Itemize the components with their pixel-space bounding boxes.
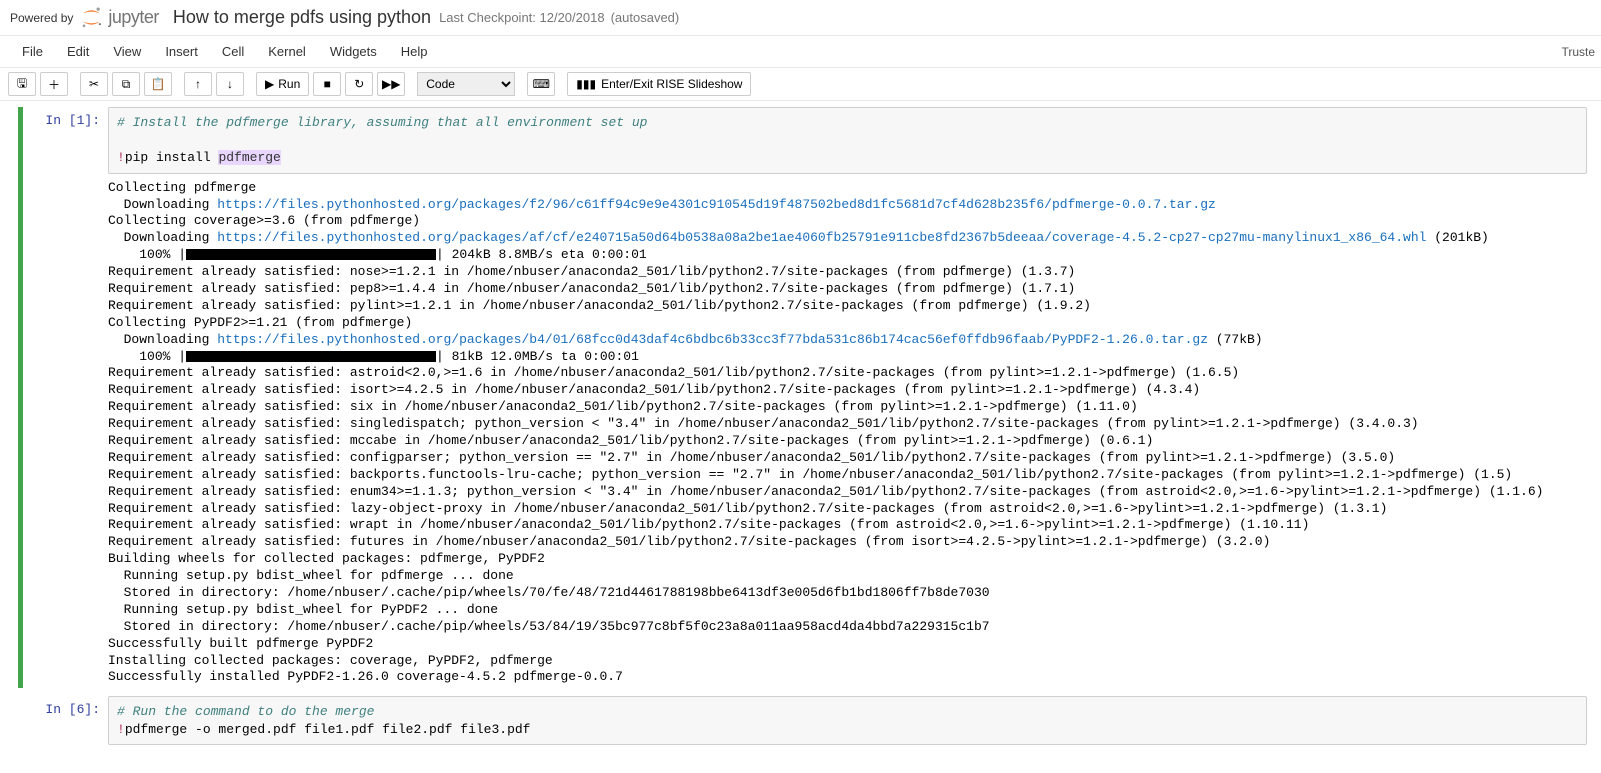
- toolbar: 🖫 ＋ ✂ ⧉ 📋 ↑ ↓ ▶ Run ■ ↻ ▶▶ Code ⌨ ▮▮▮ Ente…: [0, 68, 1601, 101]
- celltype-select[interactable]: Code: [417, 72, 515, 96]
- run-button[interactable]: ▶ Run: [256, 72, 309, 96]
- paste-icon: 📋: [151, 77, 166, 91]
- keyboard-icon: ⌨: [533, 77, 550, 91]
- cell-output: Collecting pdfmerge Downloading https://…: [108, 174, 1587, 689]
- input-prompt: In [1]:: [18, 107, 108, 688]
- cut-button[interactable]: ✂: [80, 72, 108, 96]
- notebook-title[interactable]: How to merge pdfs using python: [173, 7, 431, 28]
- restart-run-all-button[interactable]: ▶▶: [377, 72, 405, 96]
- checkpoint-label: Last Checkpoint: 12/20/2018: [439, 10, 605, 25]
- trusted-indicator[interactable]: Truste: [1561, 45, 1595, 59]
- menubar: File Edit View Insert Cell Kernel Widget…: [0, 36, 1601, 68]
- jupyter-logo[interactable]: jupyter: [79, 5, 159, 30]
- arrow-down-icon: ↓: [227, 77, 233, 91]
- arrow-up-icon: ↑: [195, 77, 201, 91]
- jupyter-logo-text: jupyter: [108, 7, 159, 28]
- copy-icon: ⧉: [122, 77, 131, 92]
- progress-bar: [186, 351, 436, 362]
- input-prompt: In [6]:: [18, 696, 108, 745]
- command-palette-button[interactable]: ⌨: [527, 72, 555, 96]
- paste-button[interactable]: 📋: [144, 72, 172, 96]
- code-input[interactable]: # Install the pdfmerge library, assuming…: [108, 107, 1587, 174]
- plus-icon: ＋: [48, 76, 60, 93]
- restart-icon: ↻: [354, 77, 364, 91]
- code-input[interactable]: # Run the command to do the merge !pdfme…: [108, 696, 1587, 745]
- rise-slideshow-button[interactable]: ▮▮▮ Enter/Exit RISE Slideshow: [567, 72, 751, 96]
- run-label: Run: [278, 77, 300, 91]
- copy-button[interactable]: ⧉: [112, 72, 140, 96]
- add-cell-button[interactable]: ＋: [40, 72, 68, 96]
- menu-cell[interactable]: Cell: [210, 38, 256, 65]
- move-up-button[interactable]: ↑: [184, 72, 212, 96]
- bar-chart-icon: ▮▮▮: [576, 77, 596, 91]
- menu-edit[interactable]: Edit: [55, 38, 101, 65]
- move-down-button[interactable]: ↓: [216, 72, 244, 96]
- menu-file[interactable]: File: [10, 38, 55, 65]
- cut-icon: ✂: [89, 77, 99, 91]
- fast-forward-icon: ▶▶: [382, 77, 400, 91]
- download-link-pdfmerge[interactable]: https://files.pythonhosted.org/packages/…: [217, 197, 1216, 212]
- progress-bar: [186, 249, 436, 260]
- autosaved-label: (autosaved): [611, 10, 680, 25]
- save-button[interactable]: 🖫: [8, 72, 36, 96]
- notebook-container: In [1]: # Install the pdfmerge library, …: [0, 101, 1601, 773]
- menu-insert[interactable]: Insert: [153, 38, 210, 65]
- header-bar: Powered by jupyter How to merge pdfs usi…: [0, 0, 1601, 36]
- menu-widgets[interactable]: Widgets: [318, 38, 389, 65]
- menu-view[interactable]: View: [101, 38, 153, 65]
- jupyter-icon: [79, 5, 104, 30]
- restart-button[interactable]: ↻: [345, 72, 373, 96]
- stop-icon: ■: [324, 77, 331, 91]
- interrupt-button[interactable]: ■: [313, 72, 341, 96]
- slideshow-label: Enter/Exit RISE Slideshow: [601, 77, 742, 91]
- menu-help[interactable]: Help: [389, 38, 440, 65]
- code-cell-2[interactable]: In [6]: # Run the command to do the merg…: [18, 696, 1601, 745]
- download-link-coverage[interactable]: https://files.pythonhosted.org/packages/…: [217, 230, 1426, 245]
- powered-by-label: Powered by: [10, 11, 73, 25]
- download-link-pypdf2[interactable]: https://files.pythonhosted.org/packages/…: [217, 332, 1208, 347]
- save-icon: 🖫: [17, 74, 27, 95]
- code-cell-1[interactable]: In [1]: # Install the pdfmerge library, …: [18, 107, 1601, 688]
- menu-kernel[interactable]: Kernel: [256, 38, 318, 65]
- run-icon: ▶: [265, 77, 274, 91]
